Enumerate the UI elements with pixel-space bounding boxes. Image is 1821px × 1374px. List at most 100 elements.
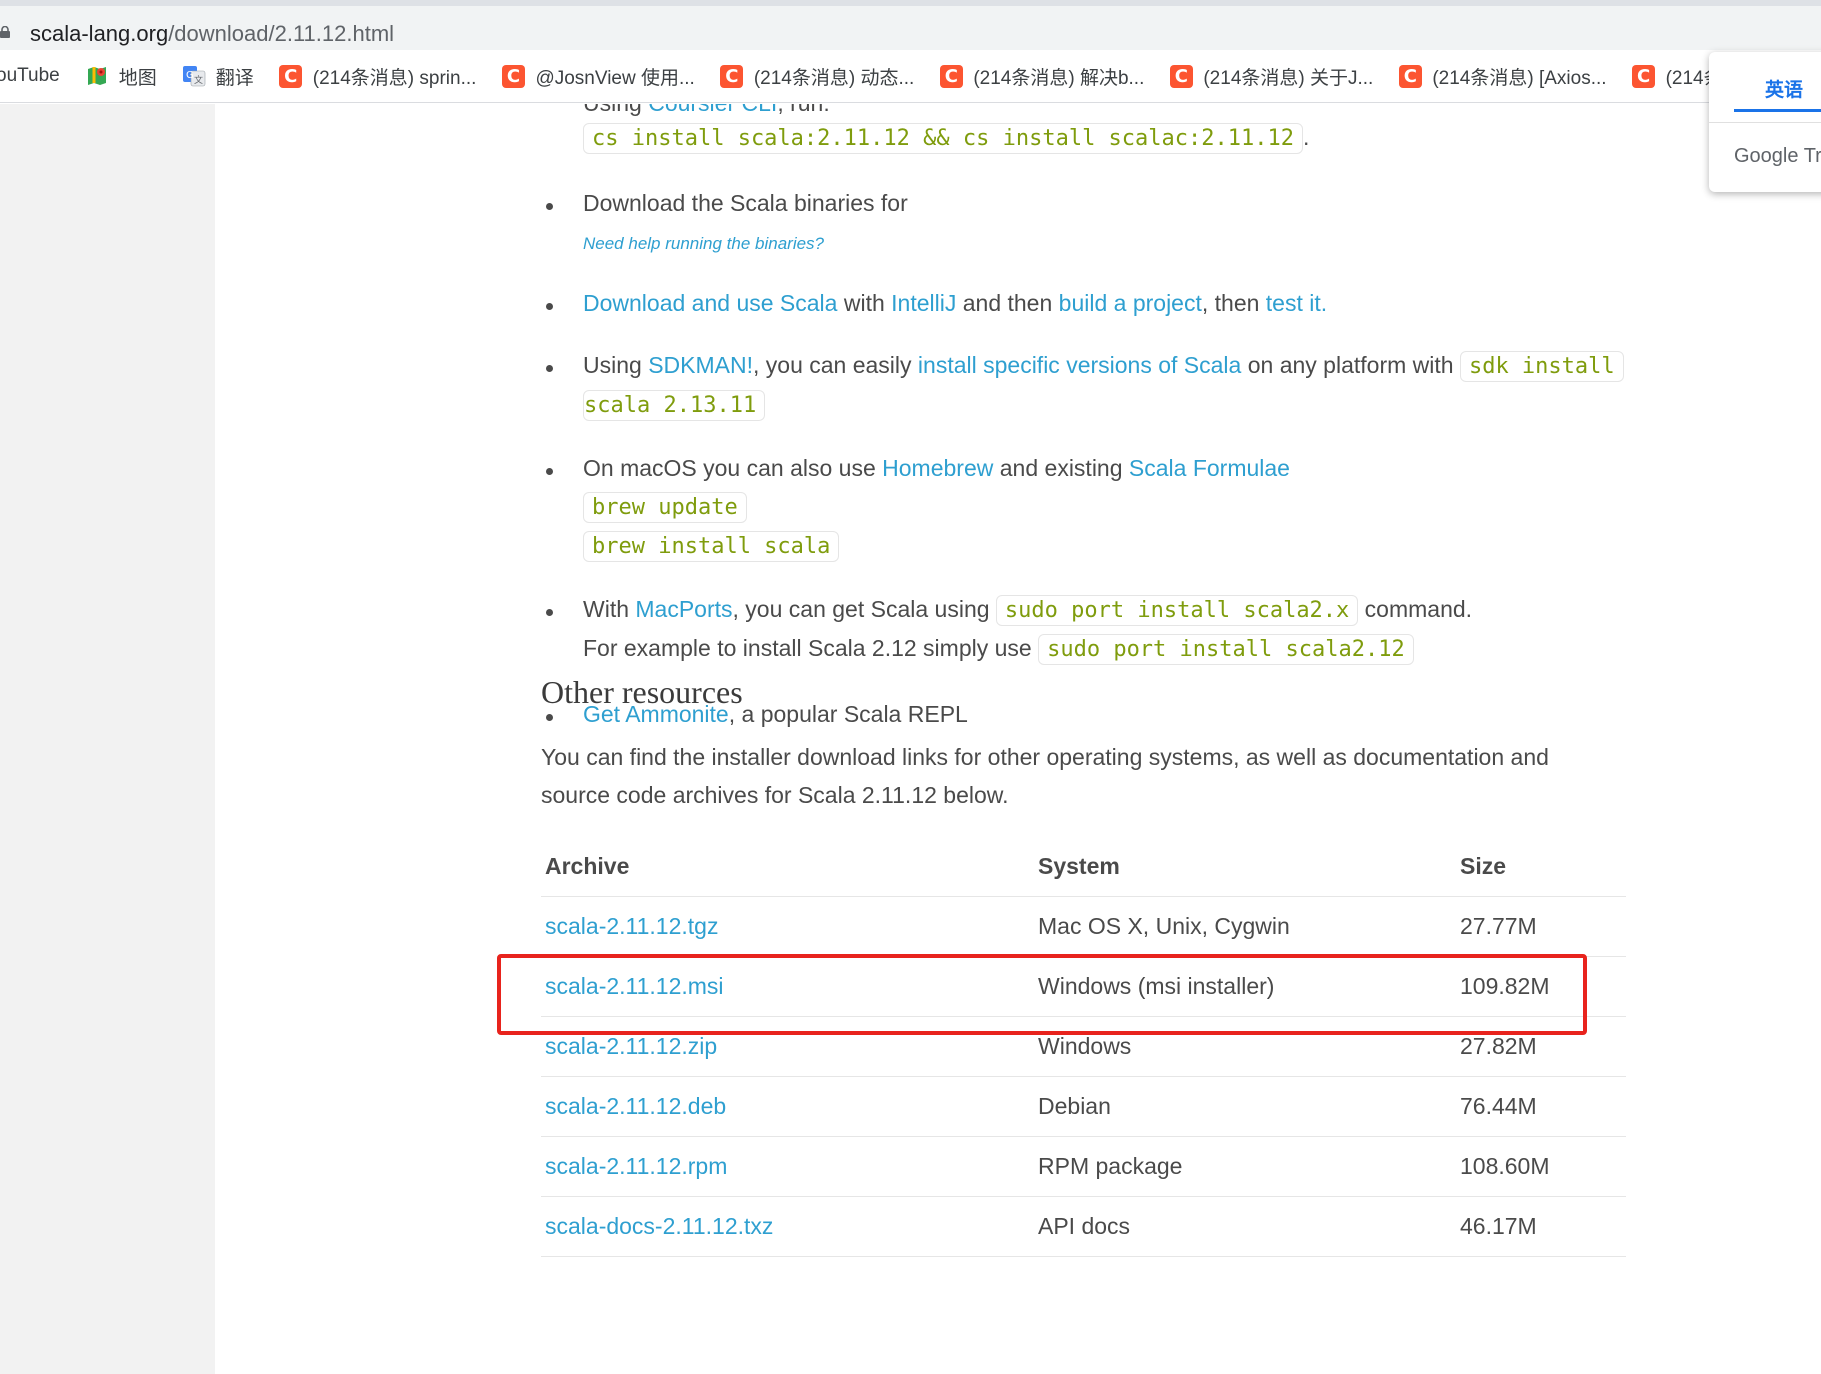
page-viewport: Using Coursier CLI, run: cs install scal… [0, 104, 1821, 1374]
bookmark-csdn-1[interactable]: C (214条消息) sprin... [279, 63, 477, 90]
csdn-icon: C [939, 64, 963, 88]
bookmark-maps[interactable]: 地图 [85, 63, 157, 90]
macports-text-3: command. [1358, 596, 1473, 622]
archive-link[interactable]: scala-docs-2.11.12.txz [545, 1213, 773, 1239]
archive-link[interactable]: scala-2.11.12.tgz [545, 913, 718, 939]
csdn-icon: C [1632, 64, 1656, 88]
url-text[interactable]: scala-lang.org/download/2.11.12.html [30, 21, 394, 47]
brew-install-line: brew install scala [583, 531, 840, 562]
build-project-link[interactable]: build a project [1059, 290, 1202, 316]
binaries-help-link[interactable]: Need help running the binaries? [583, 234, 824, 254]
bookmark-label: (214条消息) 解决b... [973, 67, 1145, 89]
sdkman-text-2: , you can easily [753, 352, 918, 378]
bookmark-csdn-5[interactable]: C (214条消息) 关于J... [1169, 63, 1373, 90]
header-system: System [1034, 838, 1456, 897]
bookmark-label: 翻译 [215, 67, 254, 89]
macports-link[interactable]: MacPorts [635, 596, 732, 622]
archive-link[interactable]: scala-2.11.12.deb [545, 1093, 726, 1119]
macports-command: sudo port install scala2.x [995, 595, 1359, 626]
macports-text-4: For example to install Scala 2.12 simply… [583, 635, 1039, 661]
brew-update-command: brew update [583, 492, 747, 523]
intellij-text-1: with [837, 290, 892, 316]
system-cell: Mac OS X, Unix, Cygwin [1034, 896, 1456, 957]
bookmark-label: (214条消息) 关于J... [1203, 67, 1374, 89]
popup-divider [1709, 122, 1821, 123]
table-row: scala-2.11.12.tgz Mac OS X, Unix, Cygwin… [541, 896, 1626, 957]
macports-example-command: sudo port install scala2.12 [1038, 634, 1414, 665]
install-versions-link[interactable]: install specific versions of Scala [918, 352, 1241, 378]
intellij-text-3: , then [1201, 290, 1266, 316]
bullet [546, 468, 553, 475]
intellij-line: Download and use Scala with IntelliJ and… [583, 290, 1327, 317]
homebrew-text-2: and existing [993, 455, 1129, 481]
bookmark-label: @JosnView 使用... [535, 67, 695, 89]
bullet [546, 714, 553, 721]
bookmark-translate[interactable]: G 文 翻译 [182, 63, 254, 90]
translate-icon: G 文 [182, 64, 206, 88]
table-row: scala-2.11.12.rpm RPM package 108.60M [541, 1136, 1626, 1197]
bookmark-csdn-2[interactable]: C @JosnView 使用... [501, 63, 695, 90]
header-size: Size [1456, 838, 1626, 897]
homebrew-link[interactable]: Homebrew [882, 455, 993, 481]
bookmark-csdn-3[interactable]: C (214条消息) 动态... [720, 63, 914, 90]
bookmark-csdn-4[interactable]: C (214条消息) 解决b... [939, 63, 1144, 90]
url-host: scala-lang.org [30, 21, 169, 46]
bookmark-label: (214条消息) [Axios... [1432, 67, 1607, 89]
csdn-icon: C [1169, 64, 1193, 88]
archive-link[interactable]: scala-2.11.12.rpm [545, 1153, 727, 1179]
bookmark-label: ouTube [0, 65, 60, 86]
sdkman-command-a: sdk install [1459, 351, 1624, 382]
sdkman-text-3: on any platform with [1241, 352, 1460, 378]
coursier-command-line: cs install scala:2.11.12 && cs install s… [583, 123, 1310, 154]
coursier-line: Using Coursier CLI, run: [583, 104, 830, 117]
system-cell: Debian [1034, 1076, 1456, 1137]
highlight-annotation-box [497, 954, 1587, 1035]
sdkman-command-b: scala 2.13.11 [583, 390, 766, 421]
coursier-period: . [1303, 124, 1310, 150]
brew-install-command: brew install scala [583, 531, 840, 562]
size-cell: 27.77M [1456, 896, 1626, 957]
bullet [546, 203, 553, 210]
macports-text-2: , you can get Scala using [732, 596, 996, 622]
size-cell: 46.17M [1456, 1196, 1626, 1257]
svg-text:G: G [186, 70, 194, 81]
sdkman-line: Using SDKMAN!, you can easily install sp… [583, 351, 1624, 382]
left-gutter [0, 104, 215, 1374]
coursier-link[interactable]: Coursier CLI [648, 104, 777, 116]
maps-icon [85, 64, 109, 88]
google-translate-brand[interactable]: Google Tra [1734, 145, 1821, 168]
test-it-link[interactable]: test it. [1266, 290, 1327, 316]
bookmark-label: (214条消息) sprin... [312, 67, 477, 89]
tab-english[interactable]: 英语 [1734, 74, 1821, 112]
other-resources-text-1: You can find the installer download link… [541, 744, 1549, 770]
bullet [546, 609, 553, 616]
csdn-icon: C [279, 64, 303, 88]
scala-formulae-link[interactable]: Scala Formulae [1129, 455, 1290, 481]
other-resources-text-2: source code archives for Scala 2.11.12 b… [541, 782, 1009, 808]
download-scala-link[interactable]: Download and use Scala [583, 290, 837, 316]
bullet [546, 365, 553, 372]
csdn-icon: C [720, 64, 744, 88]
url-path: /download/2.11.12.html [168, 21, 395, 46]
system-cell: RPM package [1034, 1136, 1456, 1197]
header-archive: Archive [541, 838, 1034, 897]
address-bar[interactable]: scala-lang.org/download/2.11.12.html [0, 6, 1821, 50]
translate-popup: 英语 Google Tra [1709, 52, 1821, 192]
table-header-row: Archive System Size [541, 838, 1626, 897]
macports-text-1: With [583, 596, 636, 622]
system-cell: API docs [1034, 1196, 1456, 1257]
bookmark-youtube[interactable]: ouTube [0, 65, 60, 87]
table-row: scala-2.11.12.deb Debian 76.44M [541, 1076, 1626, 1137]
bookmark-label: (214条消息) 动态... [753, 67, 915, 89]
archive-link[interactable]: scala-2.11.12.zip [545, 1033, 717, 1059]
intellij-link[interactable]: IntelliJ [891, 290, 956, 316]
intellij-text-2: and then [956, 290, 1059, 316]
sdkman-text-1: Using [583, 352, 649, 378]
bookmark-csdn-6[interactable]: C (214条消息) [Axios... [1398, 63, 1607, 90]
lock-icon[interactable] [0, 26, 10, 38]
bullet [546, 303, 553, 310]
macports-line: With MacPorts, you can get Scala using s… [583, 595, 1473, 626]
sdkman-link[interactable]: SDKMAN! [648, 352, 753, 378]
coursier-prefix: Using [583, 104, 648, 116]
size-cell: 76.44M [1456, 1076, 1626, 1137]
